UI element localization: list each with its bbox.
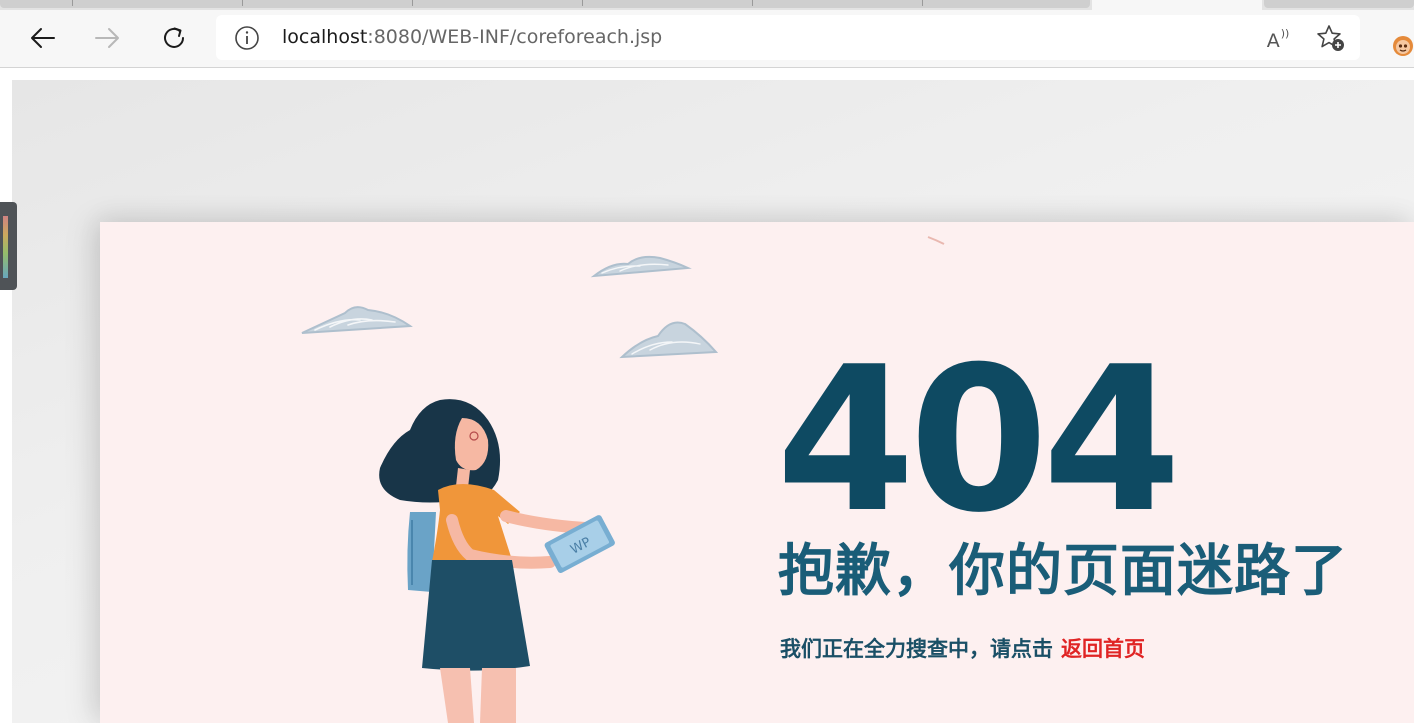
lost-girl-illustration: WP bbox=[301, 236, 945, 723]
error-code: 404 bbox=[776, 324, 1181, 557]
bird-icon bbox=[927, 236, 945, 245]
cloud-icon bbox=[301, 306, 413, 334]
girl-figure: WP bbox=[379, 399, 615, 723]
subline-text: 我们正在全力搜查中，请点击 bbox=[780, 637, 1053, 661]
error-headline: 抱歉，你的页面迷路了 bbox=[778, 539, 1348, 604]
cloud-icon bbox=[619, 321, 719, 359]
cloud-icon bbox=[590, 255, 692, 278]
error-subline: 我们正在全力搜查中，请点击 返回首页 bbox=[780, 636, 1145, 662]
return-home-link[interactable]: 返回首页 bbox=[1061, 637, 1145, 661]
